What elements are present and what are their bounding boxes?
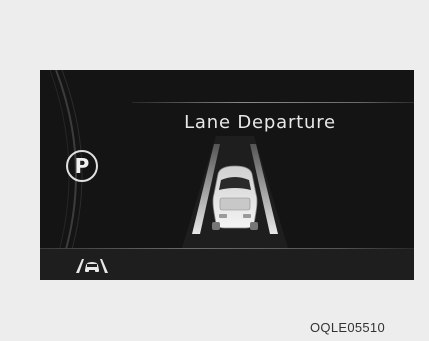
status-bar-divider xyxy=(40,248,414,249)
lane-departure-message: Lane Departure xyxy=(184,112,336,133)
image-code-label: OQLE05510 xyxy=(310,320,385,335)
header-divider xyxy=(132,102,414,103)
gear-indicator-p: P xyxy=(66,150,98,182)
lane-keeping-assist-icon xyxy=(76,259,108,273)
vehicle-icon xyxy=(212,165,258,230)
lane-road-graphic xyxy=(182,136,288,248)
cluster-display: Lane Departure P xyxy=(40,70,414,280)
